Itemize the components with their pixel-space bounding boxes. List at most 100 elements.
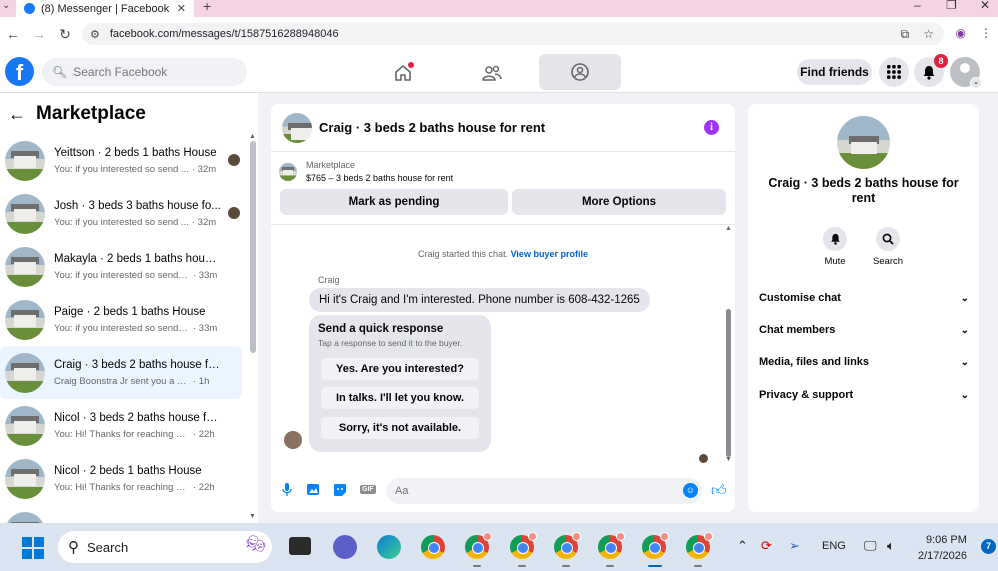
view-buyer-profile-link[interactable]: View buyer profile (511, 249, 588, 259)
groups-nav-icon[interactable] (539, 54, 621, 90)
seen-indicator-avatar (228, 207, 240, 219)
back-arrow-icon[interactable]: ← (0, 26, 26, 42)
task-view-icon[interactable] (289, 537, 311, 555)
search-action[interactable]: Search (868, 227, 908, 267)
chrome-active-icon[interactable] (642, 532, 669, 559)
tab-close-icon[interactable]: ✕ (177, 2, 186, 15)
conversation-item[interactable]: Makayla · 2 beds 1 baths house f... You: … (0, 240, 242, 293)
privacy-support-row[interactable]: Privacy & support ⌄ (759, 385, 969, 405)
quick-reply-sorry-button[interactable]: Sorry, it's not available. (321, 417, 479, 439)
find-friends-button[interactable]: Find friends (797, 59, 872, 85)
info-icon[interactable]: i (704, 120, 719, 135)
notifications-bell-icon[interactable]: 8 (914, 54, 948, 87)
notification-center-badge[interactable]: 7 (981, 539, 996, 554)
address-bar[interactable]: ⚙ facebook.com/messages/t/15875162889480… (82, 23, 944, 45)
new-tab-icon[interactable]: + (203, 0, 211, 14)
message-input-box[interactable]: ☺ (386, 478, 702, 504)
language-indicator[interactable]: ENG (822, 540, 846, 552)
chat-avatar[interactable] (282, 112, 312, 143)
back-arrow-icon[interactable]: ← (8, 104, 26, 125)
tray-chevron-up-icon[interactable]: ⌃ (737, 538, 748, 554)
chevron-down-icon: ⌄ (960, 324, 969, 336)
gif-icon[interactable]: GIF (360, 485, 376, 494)
conversation-thumbnail (5, 511, 45, 523)
menu-grid-icon[interactable] (879, 57, 909, 87)
conversation-item[interactable]: Nicol · 3 beds 2 baths house for ... You:… (0, 399, 242, 452)
chrome-profile-icon[interactable] (510, 532, 537, 559)
chrome-profile-icon[interactable] (686, 532, 713, 559)
site-info-icon[interactable]: ⚙ (90, 28, 100, 41)
more-options-button[interactable]: More Options (512, 189, 726, 215)
conversation-item[interactable]: Nicol · 2 beds 1 baths House You: Hi! Tha… (0, 452, 242, 505)
bookmark-star-icon[interactable]: ☆ (923, 27, 934, 42)
facebook-search-input[interactable] (73, 65, 234, 79)
microphone-icon[interactable] (282, 483, 292, 500)
edge-app-icon[interactable] (377, 535, 401, 559)
browser-tab[interactable]: (8) Messenger | Facebook ✕ (16, 0, 194, 17)
chrome-app-icon[interactable] (421, 535, 445, 559)
chat-scroll-up-icon[interactable]: ▲ (725, 225, 732, 232)
windows-start-icon[interactable] (22, 537, 44, 559)
account-avatar[interactable]: ⌄ (950, 57, 982, 89)
facebook-logo-icon[interactable]: f (5, 57, 34, 86)
network-icon[interactable]: 🖵︎ (864, 538, 877, 554)
taskbar-search[interactable]: ⚲ Search 🎭︎ (58, 531, 272, 563)
conversation-item[interactable]: Josh · 3 beds 3 baths house fo... You: if… (0, 187, 242, 240)
conversation-item[interactable]: Paige · 2 beds 1 baths House You: if you … (0, 293, 242, 346)
sidebar-scrollbar[interactable] (250, 141, 256, 353)
facebook-search-box[interactable]: 🔍︎ (42, 58, 247, 86)
mark-as-pending-button[interactable]: Mark as pending (280, 189, 508, 215)
cast-icon[interactable]: ⧉ (901, 27, 910, 42)
teams-app-icon[interactable] (333, 535, 357, 559)
conversation-preview: Craig Boonstra Jr sent you a messa... (54, 375, 190, 387)
mute-label: Mute (824, 256, 846, 267)
conversation-item[interactable]: Craig · 3 beds 2 baths house for ... Crai… (0, 346, 242, 399)
conversation-item[interactable]: Jeffrey · 3 beds 1 baths house fo... (0, 505, 242, 523)
search-icon[interactable] (876, 227, 900, 251)
chat-scroll-down-icon[interactable]: ▼ (725, 456, 732, 463)
friends-nav-icon[interactable] (451, 57, 533, 89)
chat-scrollbar[interactable] (726, 309, 731, 457)
profile-icon[interactable]: ◉ (956, 26, 966, 40)
reload-icon[interactable]: ↻ (52, 26, 78, 43)
sender-avatar[interactable] (284, 431, 302, 449)
quick-reply-yes-button[interactable]: Yes. Are you interested? (321, 358, 479, 380)
listing-row[interactable]: Marketplace $765 – 3 beds 2 baths house … (279, 159, 453, 185)
close-window-icon[interactable]: ✕ (980, 0, 990, 12)
browser-menu-icon[interactable]: ⋮ (980, 26, 992, 40)
location-icon[interactable]: ➢ (789, 538, 800, 554)
emoji-icon[interactable]: ☺ (683, 483, 698, 498)
conversation-item[interactable]: Yeittson · 2 beds 1 baths House You: if y… (0, 134, 242, 187)
scroll-down-icon[interactable]: ▼ (249, 513, 256, 520)
scroll-up-icon[interactable]: ▲ (249, 133, 256, 140)
volume-icon[interactable]: 🔈︎ (887, 538, 895, 554)
chrome-profile-icon[interactable] (598, 532, 625, 559)
chrome-profile-icon[interactable] (554, 532, 581, 559)
sticker-icon[interactable] (333, 483, 347, 500)
quick-reply-in-talks-button[interactable]: In talks. I'll let you know. (321, 387, 479, 409)
chat-members-row[interactable]: Chat members ⌄ (759, 320, 969, 340)
search-highlight-icon[interactable]: 🎭︎ (246, 534, 266, 554)
chrome-profile-icon[interactable] (465, 532, 492, 559)
conversation-title: Nicol · 3 beds 2 baths house for ... (54, 411, 222, 424)
message-bubble[interactable]: Hi it's Craig and I'm interested. Phone … (309, 288, 650, 312)
home-nav-icon[interactable] (362, 57, 444, 89)
customise-chat-row[interactable]: Customise chat ⌄ (759, 288, 969, 308)
restore-icon[interactable]: ❐ (946, 0, 957, 12)
info-avatar[interactable] (837, 116, 890, 169)
media-files-links-row[interactable]: Media, files and links ⌄ (759, 352, 969, 372)
conversation-title: Paige · 2 beds 1 baths House (54, 305, 206, 318)
chat-title[interactable]: Craig · 3 beds 2 baths house for rent (319, 120, 545, 135)
conversation-thumbnail (5, 352, 45, 393)
thumbs-up-icon[interactable]: 👍︎ (711, 482, 727, 500)
minimize-icon[interactable]: – (914, 0, 921, 12)
bell-icon[interactable] (823, 227, 847, 251)
facebook-header: f 🔍︎ Find friends 8 ⌄ (0, 51, 998, 93)
sync-icon[interactable]: ⟳ (761, 538, 772, 554)
mute-action[interactable]: Mute (815, 227, 855, 267)
tab-search-icon[interactable]: ⌄ (2, 0, 10, 11)
photo-attach-icon[interactable] (307, 483, 321, 499)
system-clock[interactable]: 9:06 PM 2/17/2026 (918, 532, 967, 564)
message-input[interactable] (395, 485, 665, 497)
forward-arrow-icon[interactable]: → (26, 26, 52, 42)
